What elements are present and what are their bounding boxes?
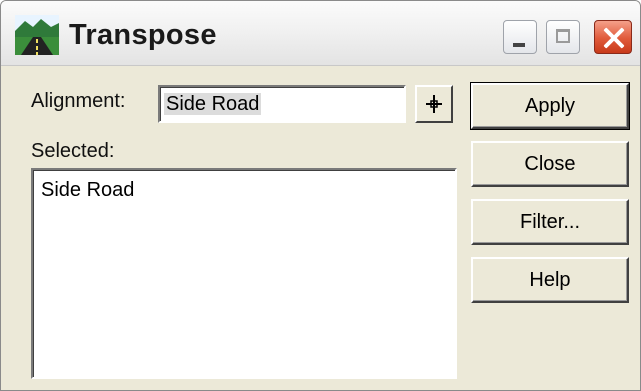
transpose-dialog: Transpose Alignment: Side Road Selected:… [0, 0, 641, 391]
close-window-button[interactable] [594, 20, 632, 54]
window-title: Transpose [69, 19, 217, 51]
alignment-value: Side Road [164, 93, 262, 115]
title-bar[interactable]: Transpose [1, 1, 640, 66]
maximize-button[interactable] [546, 20, 580, 54]
minimize-button[interactable] [503, 20, 537, 54]
apply-button[interactable]: Apply [470, 82, 630, 130]
pick-alignment-button[interactable] [415, 85, 453, 123]
help-button[interactable]: Help [471, 257, 629, 303]
selected-listbox[interactable]: Side Road [31, 168, 457, 379]
filter-button[interactable]: Filter... [471, 199, 629, 245]
road-icon [15, 15, 59, 55]
close-button[interactable]: Close [471, 141, 629, 187]
list-item[interactable]: Side Road [41, 179, 134, 202]
alignment-input[interactable]: Side Road [158, 85, 406, 123]
alignment-label: Alignment: [31, 90, 126, 112]
selected-label: Selected: [31, 140, 115, 162]
